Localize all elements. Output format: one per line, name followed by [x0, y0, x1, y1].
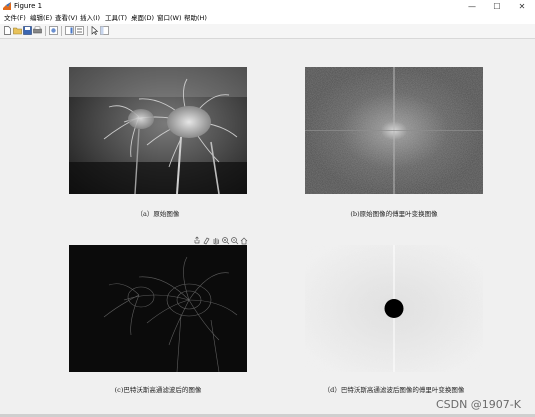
- fourier-spectrum-drawing: [305, 67, 483, 194]
- original-image: [69, 67, 247, 194]
- watermark: CSDN @1907-K: [435, 398, 521, 411]
- export-icon[interactable]: [194, 236, 200, 244]
- property-inspector-icon[interactable]: [100, 26, 109, 35]
- pan-icon[interactable]: [213, 238, 220, 245]
- new-figure-icon[interactable]: [3, 26, 12, 35]
- insert-colorbar-icon[interactable]: [65, 26, 74, 35]
- pointer-icon[interactable]: [90, 26, 99, 35]
- menu-view[interactable]: 查看(V): [55, 13, 78, 24]
- original-image-drawing: [69, 67, 247, 194]
- toolbar-separator: [61, 26, 62, 36]
- title-bar: Figure 1 — ☐ ✕: [0, 0, 535, 13]
- brush-icon[interactable]: [203, 237, 210, 245]
- caption-c: (c)巴特沃斯高通滤波后的图像: [114, 386, 202, 394]
- maximize-button[interactable]: ☐: [487, 0, 507, 13]
- home-icon[interactable]: [240, 237, 248, 245]
- highpass-filtered-drawing: [69, 245, 247, 372]
- highpass-filtered-image: [69, 245, 247, 372]
- axes-toolbar-drawing: [194, 236, 248, 245]
- menu-bar: 文件(F) 编辑(E) 查看(V) 插入(I) 工具(T) 桌面(D) 窗口(W…: [0, 13, 535, 24]
- menu-file[interactable]: 文件(F): [4, 13, 26, 24]
- caption-a: （a）原始图像: [136, 210, 180, 218]
- toolbar-separator: [87, 26, 88, 36]
- save-icon[interactable]: [23, 26, 32, 35]
- link-plot-icon[interactable]: [49, 26, 58, 35]
- menu-window[interactable]: 窗口(W): [157, 13, 182, 24]
- caption-d: （d）巴特沃斯高通滤波后图像的傅里叶变换图像: [323, 386, 465, 394]
- window-title: Figure 1: [14, 2, 43, 10]
- figure-toolbar: [0, 24, 535, 39]
- zoom-in-icon[interactable]: [222, 237, 230, 245]
- filtered-spectrum-drawing: [305, 245, 483, 372]
- fourier-spectrum-image: [305, 67, 483, 194]
- axes-toolbar: [194, 236, 248, 245]
- minimize-button[interactable]: —: [462, 0, 482, 13]
- insert-legend-icon[interactable]: [75, 26, 84, 35]
- menu-help[interactable]: 帮助(H): [184, 13, 207, 24]
- toolbar-separator: [45, 26, 46, 36]
- matlab-logo-icon: [3, 2, 11, 10]
- open-file-icon[interactable]: [13, 26, 22, 35]
- menu-edit[interactable]: 编辑(E): [30, 13, 52, 24]
- menu-insert[interactable]: 插入(I): [80, 13, 100, 24]
- menu-desktop[interactable]: 桌面(D): [131, 13, 154, 24]
- caption-b: (b)原始图像的傅里叶变换图像: [350, 210, 438, 218]
- filter-stopband-disc: [384, 299, 404, 318]
- zoom-out-icon[interactable]: [231, 237, 239, 245]
- menu-tools[interactable]: 工具(T): [105, 13, 127, 24]
- print-icon[interactable]: [33, 26, 42, 35]
- filtered-spectrum-image: [305, 245, 483, 372]
- close-button[interactable]: ✕: [512, 0, 532, 13]
